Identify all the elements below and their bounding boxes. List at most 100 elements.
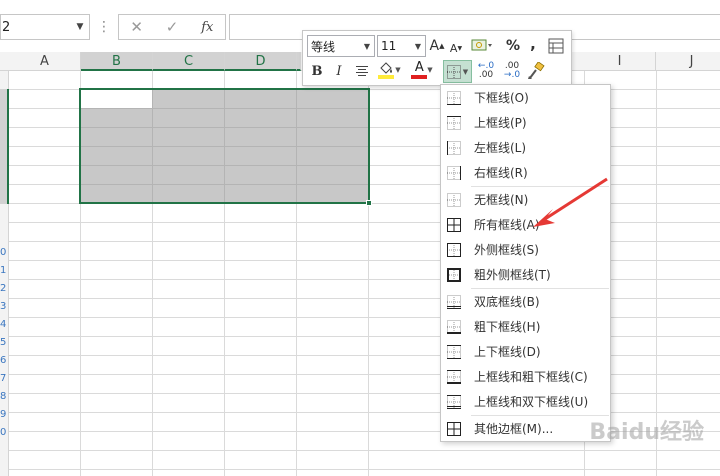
row-number[interactable]: 5 xyxy=(0,337,9,348)
align-center-button[interactable] xyxy=(351,60,373,82)
menu-item-top-thick-bottom-border[interactable]: 上框线和粗下框线(C) xyxy=(441,364,610,389)
row-number[interactable]: 3 xyxy=(0,301,9,312)
font-color-swatch xyxy=(411,75,428,79)
gridline xyxy=(9,336,720,337)
chevron-down-icon[interactable]: ▼ xyxy=(427,66,432,74)
border-grid-icon xyxy=(446,64,461,79)
annotation-arrow-icon xyxy=(533,177,608,227)
borders-button[interactable]: ▼ xyxy=(443,60,472,83)
row-number[interactable]: 4 xyxy=(0,319,9,330)
increase-decimal-button[interactable]: ←.0 .00 xyxy=(475,60,497,82)
percent-style-button[interactable]: % xyxy=(505,35,521,57)
menu-item-label: 左框线(L) xyxy=(474,141,527,155)
font-size-select[interactable]: 11 ▼ xyxy=(377,35,426,57)
row-number[interactable]: 2 xyxy=(0,283,9,294)
chevron-down-icon[interactable]: ▼ xyxy=(360,42,374,51)
column-header-e[interactable] xyxy=(297,52,301,71)
menu-item-top-bottom-border[interactable]: 上下框线(D) xyxy=(441,339,610,364)
column-header-a[interactable]: A xyxy=(9,52,81,71)
gridline xyxy=(9,279,720,280)
menu-item-left-border[interactable]: 左框线(L) xyxy=(441,135,610,160)
fill-color-button[interactable]: ▼ xyxy=(375,59,403,81)
row-number[interactable]: 9 xyxy=(0,409,9,420)
row-number[interactable]: 8 xyxy=(0,391,9,402)
gridline xyxy=(9,260,720,261)
menu-item-thick-outside-borders[interactable]: 粗外侧框线(T) xyxy=(441,262,610,287)
menu-item-outside-borders[interactable]: 外侧框线(S) xyxy=(441,237,610,262)
align-center-icon xyxy=(356,66,368,76)
gridline xyxy=(9,450,720,451)
no-border-icon xyxy=(447,192,461,207)
row-number[interactable]: 1 xyxy=(0,265,9,276)
column-header-d[interactable]: D xyxy=(225,52,297,71)
gridline xyxy=(9,393,720,394)
thick-outside-borders-icon xyxy=(447,267,461,282)
row-number[interactable]: 0 xyxy=(0,247,9,258)
font-select[interactable]: 等线 ▼ xyxy=(307,35,375,57)
border-right-icon xyxy=(447,165,461,180)
increase-decimal-sub: .00 xyxy=(478,70,494,80)
fill-handle[interactable] xyxy=(366,200,372,206)
menu-item-thick-bottom-border[interactable]: 粗下框线(H) xyxy=(441,314,610,339)
decrease-font-size-button[interactable]: A ▼ xyxy=(449,37,463,59)
row-number[interactable]: 7 xyxy=(0,373,9,384)
chevron-down-icon[interactable]: ▼ xyxy=(71,22,89,32)
menu-item-label: 其他边框(M)... xyxy=(474,422,554,436)
spreadsheet-window: 2 ▼ ⋮ ✕ ✓ fx A B C D I J 0 1 2 3 4 5 6 7… xyxy=(0,0,720,476)
increase-font-size-button[interactable]: A ▲ xyxy=(429,35,445,57)
cancel-icon[interactable]: ✕ xyxy=(119,18,154,36)
outside-borders-icon xyxy=(447,242,461,257)
mini-toolbar: 等线 ▼ 11 ▼ A ▲ A ▼ % , B I ▼ A ▼ ▼ ←.0 .0… xyxy=(302,30,572,86)
format-painter-table-button[interactable] xyxy=(545,35,567,57)
decrease-decimal-button[interactable]: .00 →.0 xyxy=(501,60,523,82)
menu-item-label: 无框线(N) xyxy=(474,193,529,207)
menu-item-label: 外侧框线(S) xyxy=(474,243,539,257)
italic-button[interactable]: I xyxy=(329,60,349,82)
gridline xyxy=(9,355,720,356)
name-box[interactable]: 2 ▼ xyxy=(0,14,90,40)
border-top-icon xyxy=(447,115,461,130)
gridline xyxy=(9,241,720,242)
menu-item-label: 上框线和粗下框线(C) xyxy=(474,370,588,384)
selection-border xyxy=(79,88,370,204)
menu-item-more-borders[interactable]: 其他边框(M)... xyxy=(441,416,610,441)
table-format-icon xyxy=(548,38,564,54)
row-number[interactable]: 6 xyxy=(0,355,9,366)
font-color-button[interactable]: A ▼ xyxy=(407,59,437,81)
gridline xyxy=(9,298,720,299)
menu-item-bottom-border[interactable]: 下框线(O) xyxy=(441,85,610,110)
border-bottom-icon xyxy=(447,90,461,105)
menu-item-label: 上框线和双下框线(U) xyxy=(474,395,589,409)
column-header-j[interactable]: J xyxy=(656,52,720,71)
font-color-icon: A xyxy=(414,60,424,75)
worksheet-grid[interactable]: A B C D I J 0 1 2 3 4 5 6 7 8 9 0 xyxy=(0,52,720,476)
menu-item-label: 右框线(R) xyxy=(474,166,528,180)
menu-item-double-bottom-border[interactable]: 双底框线(B) xyxy=(441,289,610,314)
format-painter-button[interactable] xyxy=(525,60,547,82)
insert-function-icon[interactable]: fx xyxy=(190,20,225,35)
top-double-bottom-border-icon xyxy=(447,394,461,409)
row-number[interactable]: 0 xyxy=(0,427,9,438)
name-box-value: 2 xyxy=(2,19,11,35)
column-header-c[interactable]: C xyxy=(153,52,225,71)
menu-item-label: 上框线(P) xyxy=(474,116,527,130)
bold-button[interactable]: B xyxy=(307,60,327,82)
font-select-value: 等线 xyxy=(311,39,336,54)
decrease-font-size-icon: A xyxy=(449,41,458,55)
chevron-down-icon[interactable]: ▼ xyxy=(395,66,400,74)
drag-handle-icon[interactable]: ⋮ xyxy=(97,17,111,37)
decrease-decimal-sub: →.0 xyxy=(503,70,521,80)
menu-item-top-border[interactable]: 上框线(P) xyxy=(441,110,610,135)
double-bottom-border-icon xyxy=(447,294,461,309)
gridline xyxy=(9,374,720,375)
comma-style-button[interactable]: , xyxy=(527,33,539,55)
chevron-down-icon[interactable]: ▼ xyxy=(411,42,425,51)
chevron-down-icon[interactable]: ▼ xyxy=(463,68,468,76)
enter-icon[interactable]: ✓ xyxy=(154,18,189,36)
accounting-format-button[interactable] xyxy=(469,35,495,57)
column-header-i[interactable]: I xyxy=(584,52,656,71)
column-header-b[interactable]: B xyxy=(81,52,153,71)
gridline xyxy=(9,317,720,318)
menu-item-top-double-bottom-border[interactable]: 上框线和双下框线(U) xyxy=(441,389,610,414)
accounting-format-icon xyxy=(471,39,492,51)
